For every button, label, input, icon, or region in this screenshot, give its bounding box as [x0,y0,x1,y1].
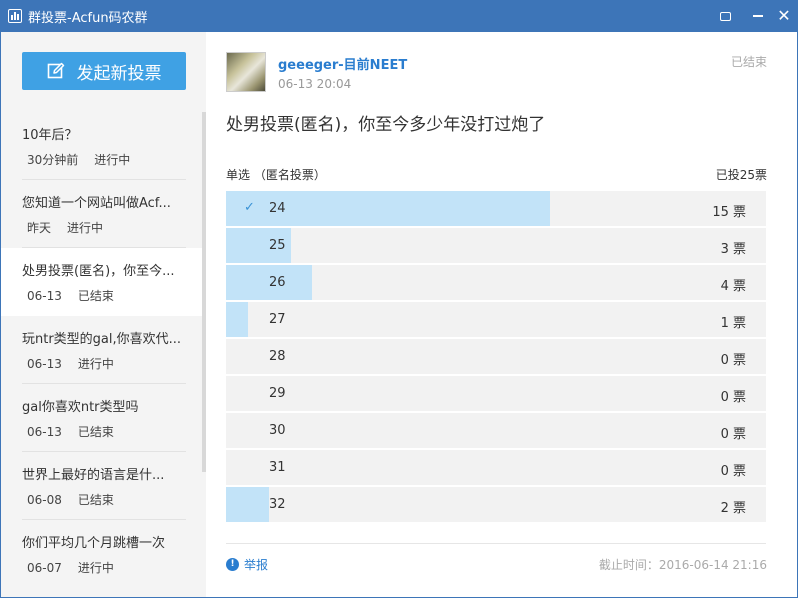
window-title: 群投票-Acfun码农群 [28,10,148,26]
option-label: 24 [269,201,286,216]
poll-detail: geeeger-目前NEET 06-13 20:04 已结束 处男投票(匿名)，… [206,32,797,597]
vote-list-item[interactable]: 你们平均几个月跳槽一次 06-07 进行中 [1,520,202,588]
sidebar: 发起新投票 10年后？ 30分钟前 进行中 您知道一个网站叫做Acf... 昨天进… [1,32,206,598]
poll-type-label: 单选 （匿名投票） [226,168,326,182]
option-vote-count: 0 票 [720,353,746,368]
option-label: 26 [269,275,286,290]
vote-list-item[interactable]: 世界上最好的语言是什... 06-08 已结束 [1,452,202,520]
vote-item-status: 进行中 [77,561,114,575]
vote-item-title: 您知道一个网站叫做Acf... [22,196,171,211]
vote-item-time: 06-13 [27,425,62,439]
vote-item-title: 处男投票(匿名)，你至今... [22,264,175,279]
option-vote-count: 0 票 [720,427,746,442]
option-label: 31 [269,460,286,475]
option-vote-count: 2 票 [720,501,746,516]
poll-option: 27 1 票 [226,302,766,337]
title-bar: 群投票-Acfun码农群 ✕ [0,0,798,32]
post-time: 06-13 20:04 [278,77,352,91]
vote-item-time: 06-07 [27,561,62,575]
vote-item-meta: 06-13 已结束 [27,287,114,304]
avatar[interactable] [226,52,266,92]
vote-list-item[interactable]: 玩ntr类型的gal,你喜欢代... 06-13 进行中 [1,316,202,384]
option-vote-count: 0 票 [720,464,746,479]
vote-bar-fill [226,302,248,337]
option-vote-count: 1 票 [720,316,746,331]
option-label: 27 [269,312,286,327]
option-label: 25 [269,238,286,253]
feedback-icon[interactable] [715,6,735,26]
vote-item-meta: 06-13 进行中 [27,355,114,372]
vote-item-status: 进行中 [77,357,114,371]
vote-list-item[interactable]: gal你喜欢ntr类型吗 06-13 已结束 [1,384,202,452]
poll-option: 30 0 票 [226,413,766,448]
vote-item-status: 进行中 [94,153,131,167]
report-button[interactable]: ! 举报 [226,556,268,573]
poll-option: 32 2 票 [226,487,766,522]
poll-option: 26 4 票 [226,265,766,300]
vote-item-title: 你们平均几个月跳槽一次 [22,536,166,551]
option-vote-count: 3 票 [720,242,746,257]
vote-item-time: 昨天 [27,221,52,235]
vote-item-status: 已结束 [77,289,114,303]
new-vote-button[interactable]: 发起新投票 [22,52,186,90]
poll-option: 31 0 票 [226,450,766,485]
poll-option: 29 0 票 [226,376,766,411]
vote-list: 10年后？ 30分钟前 进行中 您知道一个网站叫做Acf... 昨天 进行中 处男投… [1,112,202,588]
vote-item-status: 已结束 [77,425,114,439]
vote-item-meta: 30分钟前 进行中 [27,151,130,168]
poll-option: ✓ 24 15 票 [226,191,766,226]
close-button[interactable]: ✕ [774,6,794,26]
option-label: 30 [269,423,286,438]
vote-item-title: 玩ntr类型的gal,你喜欢代... [22,332,182,347]
vote-item-meta: 06-08 已结束 [27,491,114,508]
minimize-button[interactable] [748,6,768,26]
vote-item-meta: 昨天 进行中 [27,219,103,236]
option-label: 29 [269,386,286,401]
poll-option: 25 3 票 [226,228,766,263]
poll-question: 处男投票(匿名)，你至今多少年没打过炮了 [226,115,546,135]
vote-item-meta: 06-13 已结束 [27,423,114,440]
vote-list-item[interactable]: 您知道一个网站叫做Acf... 昨天 进行中 [1,180,202,248]
author-name[interactable]: geeeger-目前NEET [278,54,407,73]
option-vote-count: 15 票 [712,205,746,220]
poll-options: ✓ 24 15 票 25 3 票 26 4 票 27 1 票 28 0 票 29 0 票 30 0 票 31 0… [226,191,766,524]
vote-list-item-active[interactable]: 处男投票(匿名)，你至今... 06-13 已结束 [1,248,202,316]
poll-option: 28 0 票 [226,339,766,374]
vote-item-status: 进行中 [67,221,104,235]
report-icon: ! [226,558,239,571]
option-vote-count: 4 票 [720,279,746,294]
new-vote-label: 发起新投票 [76,63,162,84]
divider [226,543,766,544]
edit-icon [47,62,64,79]
status-badge: 已结束 [730,55,767,69]
option-label: 28 [269,349,286,364]
vote-list-item[interactable]: 10年后？ 30分钟前 进行中 [1,112,202,180]
vote-item-title: 世界上最好的语言是什... [22,468,165,483]
deadline-text: 截止时间：2016-06-14 21:16 [598,558,767,572]
option-vote-count: 0 票 [720,390,746,405]
vote-item-time: 06-08 [27,493,62,507]
vote-item-meta: 06-07 进行中 [27,559,114,576]
option-label: 32 [269,497,286,512]
vote-bar-fill [226,487,270,522]
report-label: 举报 [244,558,269,572]
vote-item-status: 已结束 [77,493,114,507]
vote-item-title: gal你喜欢ntr类型吗 [22,400,139,415]
total-votes-label: 已投25票 [715,168,767,182]
vote-item-time: 06-13 [27,289,62,303]
vote-item-time: 06-13 [27,357,62,371]
check-icon: ✓ [244,200,255,215]
vote-item-title: 10年后？ [22,128,78,143]
bar-chart-icon [8,9,22,23]
vote-item-time: 30分钟前 [27,153,79,167]
